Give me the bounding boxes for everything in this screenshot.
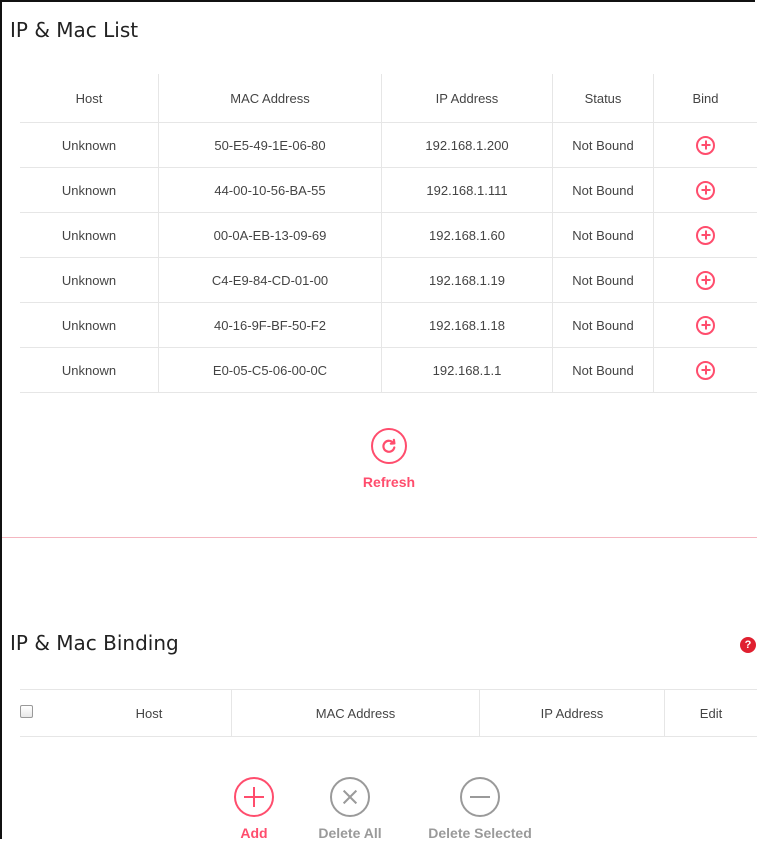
ip-cell: 192.168.1.200	[382, 123, 553, 168]
ip-cell: 192.168.1.60	[382, 213, 553, 258]
mac-cell: 44-00-10-56-BA-55	[159, 168, 382, 213]
column-header-host: Host	[67, 690, 232, 737]
host-cell: Unknown	[20, 258, 159, 303]
host-cell: Unknown	[20, 303, 159, 348]
bind-cell	[654, 348, 757, 393]
host-cell: Unknown	[20, 213, 159, 258]
bind-plus-icon[interactable]	[696, 316, 715, 335]
table-row: Unknown 00-0A-EB-13-09-69 192.168.1.60 N…	[20, 213, 757, 258]
bind-plus-icon[interactable]	[696, 226, 715, 245]
bind-cell	[654, 213, 757, 258]
refresh-label[interactable]: Refresh	[359, 474, 419, 490]
delete-all-button[interactable]: Delete All	[310, 777, 390, 841]
status-cell: Not Bound	[553, 348, 654, 393]
column-header-host: Host	[20, 74, 159, 123]
ip-mac-list-table: Host MAC Address IP Address Status Bind …	[20, 74, 757, 393]
mac-cell: 00-0A-EB-13-09-69	[159, 213, 382, 258]
status-cell: Not Bound	[553, 213, 654, 258]
table-header-row: Host MAC Address IP Address Edit	[20, 690, 757, 737]
column-header-edit: Edit	[665, 690, 757, 737]
bind-cell	[654, 303, 757, 348]
status-cell: Not Bound	[553, 303, 654, 348]
host-cell: Unknown	[20, 348, 159, 393]
ip-cell: 192.168.1.111	[382, 168, 553, 213]
column-header-ip: IP Address	[382, 74, 553, 123]
table-row: Unknown C4-E9-84-CD-01-00 192.168.1.19 N…	[20, 258, 757, 303]
column-header-ip: IP Address	[480, 690, 665, 737]
question-icon[interactable]: ?	[740, 637, 756, 653]
delete-selected-button[interactable]: Delete Selected	[417, 777, 543, 841]
close-icon[interactable]	[330, 777, 370, 817]
select-all-cell	[20, 690, 67, 737]
status-cell: Not Bound	[553, 168, 654, 213]
bind-plus-icon[interactable]	[696, 181, 715, 200]
refresh-icon[interactable]	[371, 428, 407, 464]
bind-plus-icon[interactable]	[696, 271, 715, 290]
mac-cell: C4-E9-84-CD-01-00	[159, 258, 382, 303]
column-header-status: Status	[553, 74, 654, 123]
bind-plus-icon[interactable]	[696, 361, 715, 380]
ip-mac-list-title: IP & Mac List	[10, 18, 138, 42]
host-cell: Unknown	[20, 123, 159, 168]
column-header-mac: MAC Address	[159, 74, 382, 123]
table-row: Unknown 50-E5-49-1E-06-80 192.168.1.200 …	[20, 123, 757, 168]
section-divider	[2, 537, 757, 538]
status-cell: Not Bound	[553, 123, 654, 168]
mac-cell: E0-05-C5-06-00-0C	[159, 348, 382, 393]
ip-cell: 192.168.1.19	[382, 258, 553, 303]
table-row: Unknown 40-16-9F-BF-50-F2 192.168.1.18 N…	[20, 303, 757, 348]
ip-mac-binding-title: IP & Mac Binding	[10, 631, 179, 655]
select-all-checkbox[interactable]	[20, 705, 33, 718]
status-cell: Not Bound	[553, 258, 654, 303]
mac-cell: 40-16-9F-BF-50-F2	[159, 303, 382, 348]
column-header-bind: Bind	[654, 74, 757, 123]
mac-cell: 50-E5-49-1E-06-80	[159, 123, 382, 168]
bind-cell	[654, 258, 757, 303]
host-cell: Unknown	[20, 168, 159, 213]
column-header-mac: MAC Address	[232, 690, 480, 737]
refresh-button[interactable]: Refresh	[359, 428, 419, 490]
ip-cell: 192.168.1.18	[382, 303, 553, 348]
ip-mac-binding-table: Host MAC Address IP Address Edit	[20, 689, 757, 737]
binding-actions: Add Delete All Delete Selected	[220, 777, 540, 839]
add-icon[interactable]	[234, 777, 274, 817]
ip-cell: 192.168.1.1	[382, 348, 553, 393]
table-row: Unknown 44-00-10-56-BA-55 192.168.1.111 …	[20, 168, 757, 213]
bind-plus-icon[interactable]	[696, 136, 715, 155]
add-button[interactable]: Add	[232, 777, 276, 841]
table-header-row: Host MAC Address IP Address Status Bind	[20, 74, 757, 123]
bind-cell	[654, 168, 757, 213]
table-row: Unknown E0-05-C5-06-00-0C 192.168.1.1 No…	[20, 348, 757, 393]
bind-cell	[654, 123, 757, 168]
minus-icon[interactable]	[460, 777, 500, 817]
